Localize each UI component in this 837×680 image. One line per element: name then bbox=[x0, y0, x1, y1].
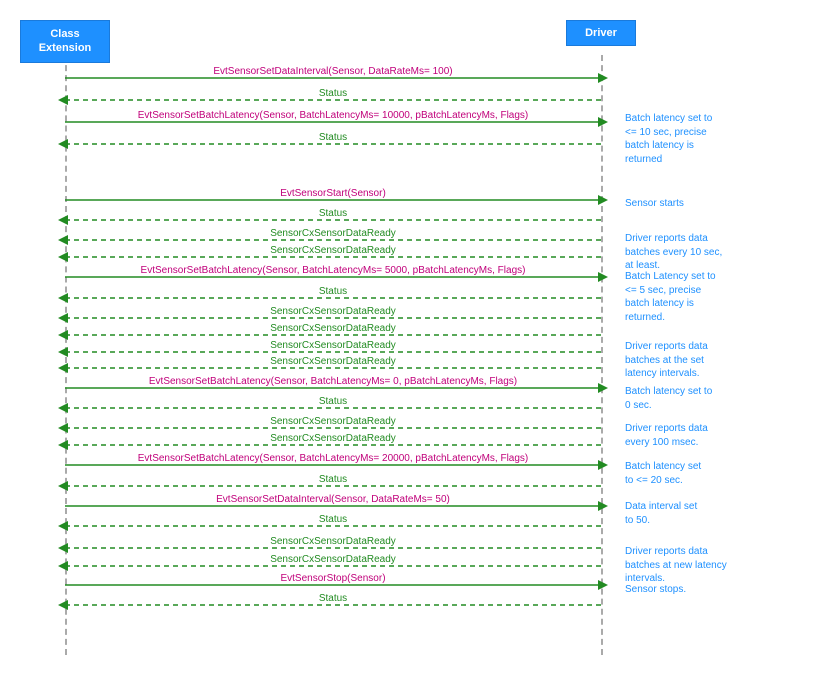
svg-text:SensorCxSensorDataReady: SensorCxSensorDataReady bbox=[270, 245, 396, 256]
sequence-diagram: Class Extension Driver EvtSensorSetDataI… bbox=[0, 0, 837, 680]
svg-text:SensorCxSensorDataReady: SensorCxSensorDataReady bbox=[270, 340, 396, 351]
svg-text:Status: Status bbox=[319, 396, 347, 407]
svg-text:Status: Status bbox=[319, 132, 347, 143]
svg-text:SensorCxSensorDataReady: SensorCxSensorDataReady bbox=[270, 306, 396, 317]
sidenote-5: Driver reports databatches at the setlat… bbox=[625, 340, 815, 381]
svg-text:SensorCxSensorDataReady: SensorCxSensorDataReady bbox=[270, 554, 396, 565]
svg-text:EvtSensorSetBatchLatency(Senso: EvtSensorSetBatchLatency(Sensor, BatchLa… bbox=[149, 376, 517, 387]
svg-text:SensorCxSensorDataReady: SensorCxSensorDataReady bbox=[270, 356, 396, 367]
driver-lifeline-box: Driver bbox=[566, 20, 636, 46]
sidenote-3: Driver reports databatches every 10 sec,… bbox=[625, 232, 815, 273]
class-extension-lifeline-box: Class Extension bbox=[20, 20, 110, 63]
svg-text:SensorCxSensorDataReady: SensorCxSensorDataReady bbox=[270, 416, 396, 427]
svg-text:Status: Status bbox=[319, 474, 347, 485]
sidenote-7: Driver reports dataevery 100 msec. bbox=[625, 422, 815, 449]
svg-text:Status: Status bbox=[319, 208, 347, 219]
svg-text:Status: Status bbox=[319, 88, 347, 99]
sidenote-2: Sensor starts bbox=[625, 197, 815, 211]
svg-text:EvtSensorStop(Sensor): EvtSensorStop(Sensor) bbox=[280, 573, 385, 584]
svg-text:EvtSensorSetBatchLatency(Senso: EvtSensorSetBatchLatency(Sensor, BatchLa… bbox=[138, 453, 529, 464]
svg-text:SensorCxSensorDataReady: SensorCxSensorDataReady bbox=[270, 323, 396, 334]
svg-text:SensorCxSensorDataReady: SensorCxSensorDataReady bbox=[270, 228, 396, 239]
svg-text:EvtSensorStart(Sensor): EvtSensorStart(Sensor) bbox=[280, 188, 386, 199]
driver-lifeline bbox=[601, 55, 603, 655]
svg-text:Status: Status bbox=[319, 593, 347, 604]
sidenote-10: Driver reports databatches at new latenc… bbox=[625, 545, 815, 586]
class-extension-lifeline bbox=[65, 55, 67, 655]
svg-text:EvtSensorSetDataInterval(Senso: EvtSensorSetDataInterval(Sensor, DataRat… bbox=[216, 494, 450, 505]
sidenote-4: Batch Latency set to<= 5 sec, precisebat… bbox=[625, 270, 815, 324]
sidenote-1: Batch latency set to<= 10 sec, preciseba… bbox=[625, 112, 815, 166]
sidenote-6: Batch latency set to0 sec. bbox=[625, 385, 815, 412]
svg-text:SensorCxSensorDataReady: SensorCxSensorDataReady bbox=[270, 536, 396, 547]
svg-text:SensorCxSensorDataReady: SensorCxSensorDataReady bbox=[270, 433, 396, 444]
sidenote-11: Sensor stops. bbox=[625, 583, 815, 597]
svg-text:EvtSensorSetDataInterval(Senso: EvtSensorSetDataInterval(Sensor, DataRat… bbox=[213, 66, 452, 77]
sidenote-9: Data interval setto 50. bbox=[625, 500, 815, 527]
svg-text:Status: Status bbox=[319, 286, 347, 297]
svg-text:Status: Status bbox=[319, 514, 347, 525]
svg-text:EvtSensorSetBatchLatency(Senso: EvtSensorSetBatchLatency(Sensor, BatchLa… bbox=[141, 265, 526, 276]
svg-text:EvtSensorSetBatchLatency(Senso: EvtSensorSetBatchLatency(Sensor, BatchLa… bbox=[138, 110, 529, 121]
sidenote-8: Batch latency setto <= 20 sec. bbox=[625, 460, 815, 487]
